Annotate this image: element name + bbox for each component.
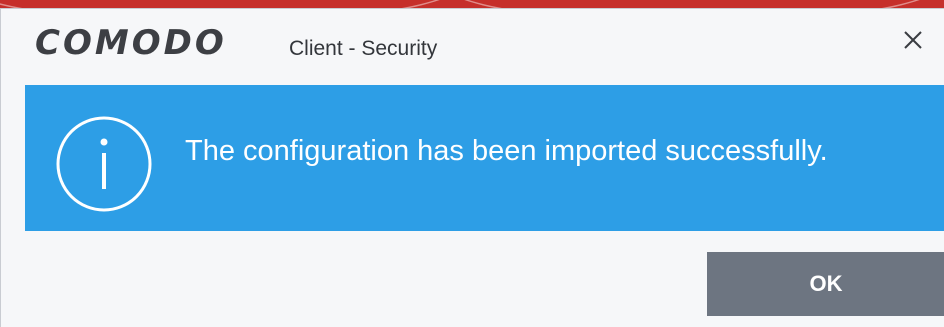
dialog-titlebar: COMODO Client - Security — [1, 9, 944, 85]
close-button[interactable] — [898, 25, 928, 55]
close-icon — [904, 31, 922, 49]
dialog-title: Client - Security — [289, 37, 438, 60]
info-banner: The configuration has been imported succ… — [25, 85, 944, 231]
ok-button[interactable]: OK — [707, 252, 944, 316]
dialog-message: The configuration has been imported succ… — [185, 135, 828, 167]
brand-logo: COMODO — [35, 23, 227, 63]
message-dialog: COMODO Client - Security The configurati… — [0, 8, 944, 327]
info-icon — [56, 116, 152, 212]
